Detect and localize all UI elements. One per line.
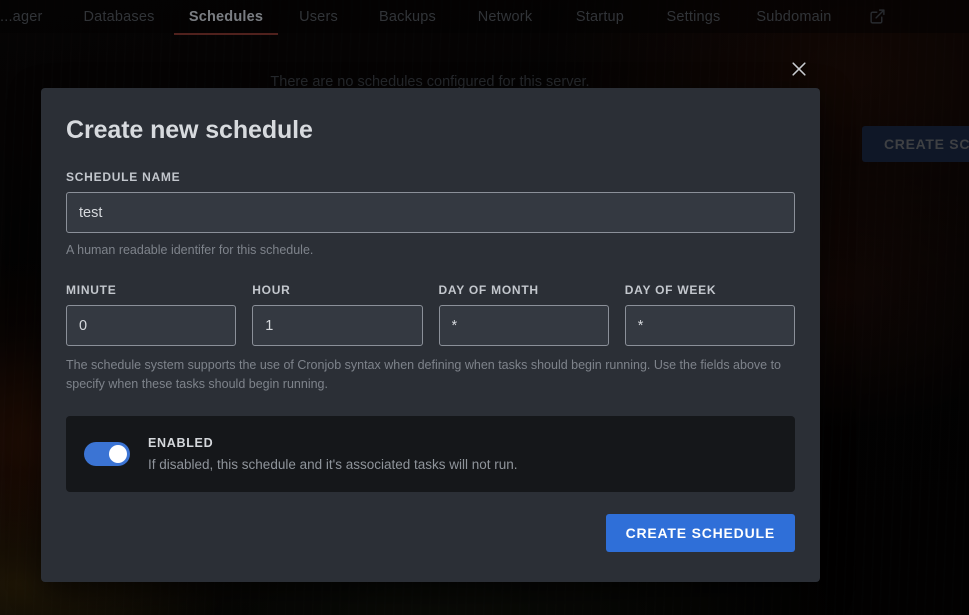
cron-label-day-of-month: DAY OF MONTH: [438, 283, 539, 298]
schedule-name-input[interactable]: [66, 192, 795, 233]
enabled-section: ENABLED If disabled, this schedule and i…: [66, 415, 795, 492]
enabled-toggle[interactable]: [84, 441, 130, 466]
schedule-name-help: A human readable identifer for this sche…: [66, 243, 314, 257]
cron-input-minute[interactable]: [66, 305, 237, 347]
app-root: ...ager Databases Schedules Users Backup…: [0, 0, 969, 615]
cron-field-day-of-month: DAY OF MONTH: [438, 283, 609, 347]
cron-fields-row: MINUTE HOUR DAY OF MONTH DAY OF WEEK: [66, 283, 795, 347]
enabled-text-group: ENABLED If disabled, this schedule and i…: [148, 436, 518, 472]
enabled-description: If disabled, this schedule and it's asso…: [148, 456, 518, 472]
cron-field-day-of-week: DAY OF WEEK: [624, 283, 795, 347]
cron-field-hour: HOUR: [252, 283, 423, 347]
cron-help-text: The schedule system supports the use of …: [66, 358, 782, 391]
modal-footer: CREATE SCHEDULE: [66, 513, 795, 552]
modal-title: Create new schedule: [66, 116, 313, 144]
cron-input-hour[interactable]: [252, 305, 423, 347]
cron-input-day-of-week[interactable]: [624, 305, 795, 347]
cron-field-minute: MINUTE: [66, 283, 237, 347]
cron-label-minute: MINUTE: [66, 283, 117, 298]
create-schedule-modal: Create new schedule SCHEDULE NAME A huma…: [41, 88, 820, 582]
schedule-name-field-group: SCHEDULE NAME A human readable identifer…: [66, 170, 795, 259]
cron-input-day-of-month[interactable]: [438, 305, 609, 347]
schedule-name-label: SCHEDULE NAME: [66, 170, 181, 184]
toggle-knob: [109, 444, 127, 463]
enabled-label: ENABLED: [148, 435, 214, 450]
cron-label-day-of-week: DAY OF WEEK: [624, 283, 717, 298]
cron-label-hour: HOUR: [252, 283, 291, 298]
close-icon[interactable]: [785, 55, 813, 83]
create-schedule-button[interactable]: CREATE SCHEDULE: [605, 513, 795, 552]
